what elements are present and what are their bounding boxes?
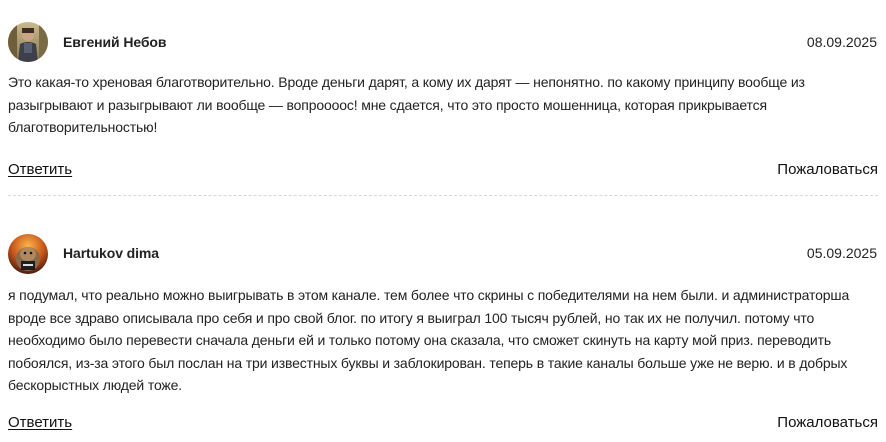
comment-item: Евгений Небов 08.09.2025 Это какая-то хр… (0, 0, 886, 196)
comment-item: Hartukov dima 05.09.2025 я подумал, что … (0, 212, 886, 442)
comment-text: Это какая-то хреновая благотворительно. … (8, 74, 805, 135)
reply-link[interactable]: Ответить (8, 161, 72, 178)
reply-link[interactable]: Ответить (8, 414, 72, 431)
report-link[interactable]: Пожаловаться (777, 414, 878, 431)
user-avatar (8, 234, 48, 274)
report-link[interactable]: Пожаловаться (777, 161, 878, 178)
comment-text: я подумал, что реально можно выигрывать … (8, 287, 850, 393)
comment-author: Евгений Небов (63, 34, 167, 50)
comment-author: Hartukov dima (63, 245, 159, 261)
comment-date: 05.09.2025 (806, 245, 877, 261)
comments-list: Евгений Небов 08.09.2025 Это какая-то хр… (0, 0, 886, 442)
user-photo-avatar-icon (8, 22, 48, 62)
hamster-photo-avatar-icon (8, 234, 48, 274)
user-avatar (8, 22, 48, 62)
comment-divider (8, 195, 878, 196)
comment-date: 08.09.2025 (806, 34, 877, 50)
